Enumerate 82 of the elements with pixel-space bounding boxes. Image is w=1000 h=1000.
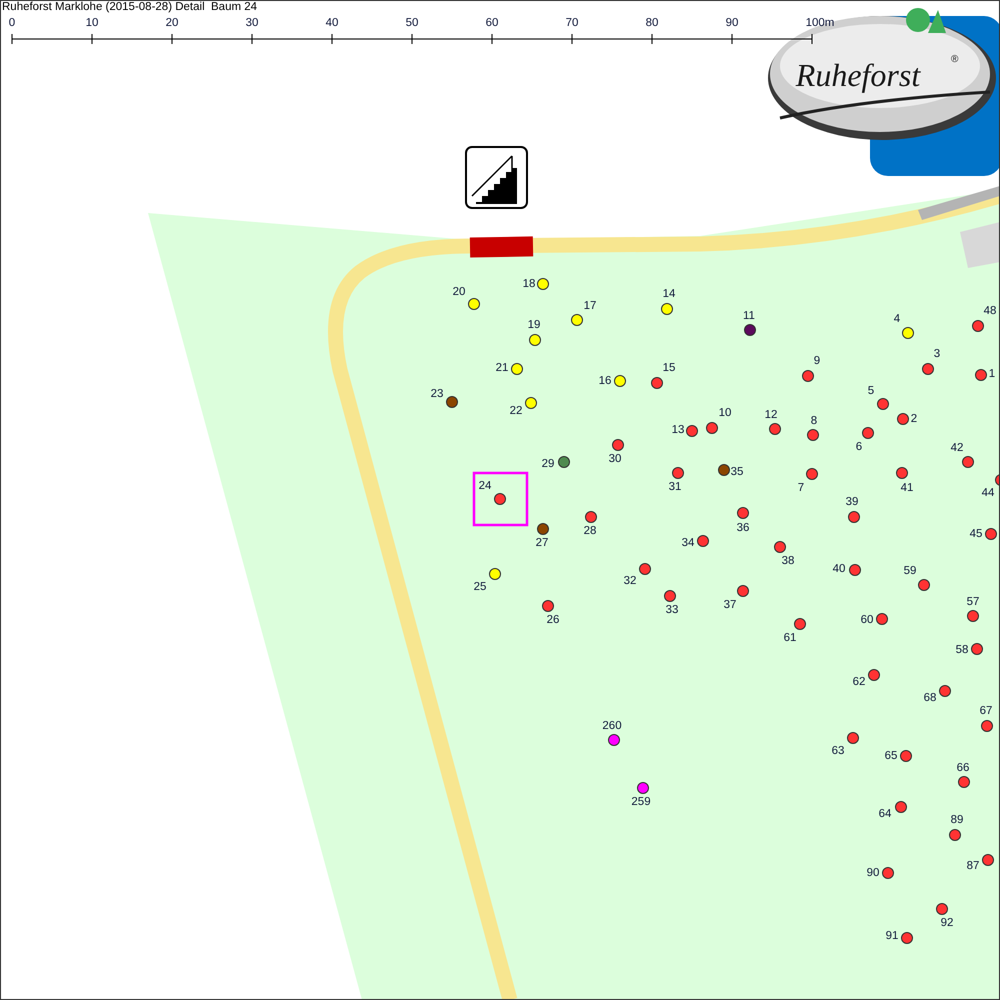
tree-number: 22 bbox=[510, 405, 522, 417]
tree-number: 38 bbox=[782, 555, 794, 567]
tree-number: 64 bbox=[878, 808, 892, 820]
tree-number: 89 bbox=[950, 814, 964, 826]
tree-number: 45 bbox=[970, 528, 982, 540]
tree-number: 67 bbox=[980, 705, 992, 717]
tree-number: 12 bbox=[764, 409, 778, 421]
tree-number: 6 bbox=[856, 441, 862, 453]
tree-number: 40 bbox=[832, 563, 846, 575]
tree-number: 4 bbox=[894, 313, 900, 325]
scale-label: 10 bbox=[86, 17, 98, 29]
tree-number: 8 bbox=[810, 415, 818, 427]
tree-number: 62 bbox=[852, 676, 866, 688]
tree-number: 9 bbox=[814, 355, 820, 367]
tree-number: 260 bbox=[602, 720, 622, 732]
tree-number: 14 bbox=[662, 288, 676, 300]
tree-number: 44 bbox=[982, 487, 994, 499]
tree-number: 28 bbox=[584, 525, 596, 537]
tree-number: 90 bbox=[866, 867, 880, 879]
tree-number: 24 bbox=[478, 480, 492, 492]
tree-number: 11 bbox=[743, 310, 755, 322]
tree-number: 17 bbox=[584, 300, 596, 312]
logo-wordmark: Ruheforst bbox=[796, 57, 920, 93]
tree-number: 61 bbox=[784, 632, 796, 644]
tree-number: 18 bbox=[522, 278, 536, 290]
tree-number: 92 bbox=[940, 917, 954, 929]
tree-number: 32 bbox=[624, 575, 636, 587]
tree-number: 68 bbox=[924, 692, 936, 704]
tree-number: 65 bbox=[884, 750, 898, 762]
tree-number: 37 bbox=[724, 599, 736, 611]
tree-number: 35 bbox=[730, 466, 744, 478]
tree-number: 25 bbox=[474, 581, 486, 593]
tree-number: 33 bbox=[666, 604, 678, 616]
scale-label: 60 bbox=[486, 17, 498, 29]
tree-number: 27 bbox=[536, 537, 548, 549]
tree-number: 58 bbox=[956, 644, 968, 656]
tree-number: 19 bbox=[528, 319, 540, 331]
scale-label: 0 bbox=[8, 17, 16, 29]
tree-number: 3 bbox=[934, 348, 940, 360]
stairs-icon bbox=[465, 146, 528, 209]
tree-number: 48 bbox=[984, 305, 996, 317]
tree-number: 20 bbox=[452, 286, 466, 298]
building-block bbox=[960, 222, 999, 268]
tree-number: 10 bbox=[718, 407, 732, 419]
tree-number: 259 bbox=[631, 796, 651, 808]
tree-number: 31 bbox=[668, 481, 682, 493]
tree-number: 34 bbox=[682, 537, 694, 549]
scale-label: 90 bbox=[726, 17, 738, 29]
scale-label: 40 bbox=[326, 17, 338, 29]
tree-number: 57 bbox=[966, 596, 980, 608]
tree-number: 63 bbox=[832, 745, 844, 757]
tree-number: 15 bbox=[662, 362, 676, 374]
tree-number: 39 bbox=[846, 496, 858, 508]
tree-number: 21 bbox=[496, 362, 508, 374]
tree-number: 36 bbox=[736, 522, 750, 534]
tree-marker[interactable] bbox=[995, 474, 999, 486]
tree-number: 13 bbox=[672, 424, 684, 436]
tree-number: 42 bbox=[950, 442, 964, 454]
tree-number: 29 bbox=[542, 458, 554, 470]
tree-number: 16 bbox=[598, 375, 612, 387]
tree-number: 23 bbox=[430, 388, 444, 400]
tree-number: 7 bbox=[798, 482, 804, 494]
tree-number: 41 bbox=[900, 482, 914, 494]
registered-mark: ® bbox=[951, 54, 958, 65]
tree-number: 59 bbox=[904, 565, 916, 577]
road-barrier bbox=[470, 236, 534, 258]
tree-number: 1 bbox=[988, 368, 996, 380]
scale-label: 80 bbox=[646, 17, 658, 29]
tree-number: 30 bbox=[608, 453, 622, 465]
scale-label: 100m bbox=[806, 17, 834, 29]
scale-label: 30 bbox=[246, 17, 258, 29]
scale-label: 50 bbox=[406, 17, 418, 29]
tree-number: 91 bbox=[886, 930, 898, 942]
tree-number: 2 bbox=[910, 413, 918, 425]
tree-number: 26 bbox=[546, 614, 560, 626]
tree-number: 66 bbox=[956, 762, 970, 774]
tree-number: 87 bbox=[966, 860, 980, 872]
tree-number: 60 bbox=[860, 614, 874, 626]
scale-label: 70 bbox=[566, 17, 578, 29]
map-title: Ruheforst Marklohe (2015-08-28) Detail Baum 24 bbox=[2, 1, 258, 13]
tree-number: 5 bbox=[868, 385, 874, 397]
scale-label: 20 bbox=[166, 17, 178, 29]
